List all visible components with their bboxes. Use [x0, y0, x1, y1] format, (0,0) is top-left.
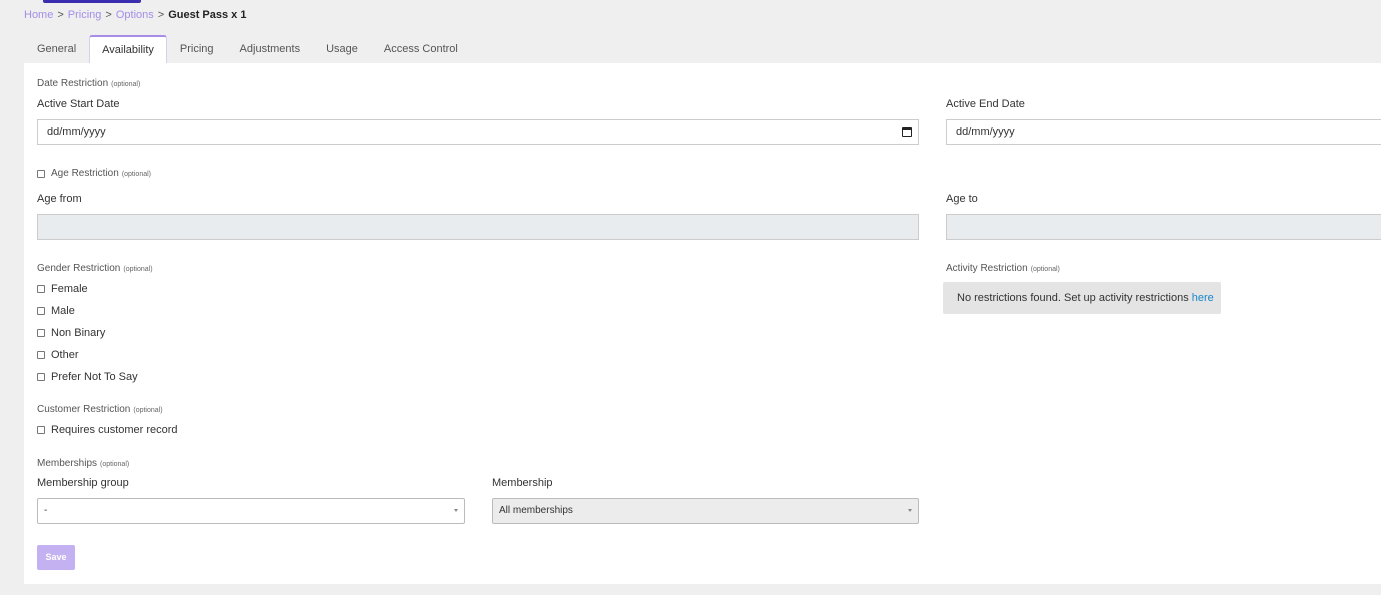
tab-pricing[interactable]: Pricing: [167, 35, 227, 63]
gender-restriction-label: Gender Restriction: [37, 263, 121, 274]
age-to-label: Age to: [946, 193, 978, 205]
membership-select[interactable]: All memberships: [492, 498, 919, 524]
optional-tag: (optional): [111, 81, 141, 88]
memberships-label: Memberships: [37, 458, 98, 469]
membership-label: Membership: [492, 477, 553, 489]
calendar-icon[interactable]: [902, 127, 912, 137]
breadcrumb-separator: >: [157, 9, 165, 21]
date-restriction-label: Date Restriction: [37, 78, 109, 89]
gender-option-female[interactable]: Female: [37, 283, 88, 295]
active-start-date-label: Active Start Date: [37, 98, 120, 110]
male-checkbox[interactable]: [37, 307, 45, 315]
requires-customer-record-label: Requires customer record: [51, 424, 178, 436]
chevron-down-icon: [454, 509, 458, 512]
activity-restriction-notice: No restrictions found. Set up activity r…: [943, 282, 1221, 314]
save-button[interactable]: Save: [37, 545, 75, 570]
age-restriction-checkbox[interactable]: [37, 169, 45, 178]
breadcrumb-home-link[interactable]: Home: [24, 9, 53, 21]
tab-access-control[interactable]: Access Control: [371, 35, 471, 63]
membership-group-select[interactable]: -: [37, 498, 465, 524]
breadcrumb-pricing-link[interactable]: Pricing: [68, 9, 102, 21]
membership-value: All memberships: [499, 505, 573, 516]
tab-bar: General Availability Pricing Adjustments…: [24, 35, 471, 63]
activity-restriction-heading: Activity Restriction (optional): [946, 263, 1060, 274]
requires-customer-record-option[interactable]: Requires customer record: [37, 424, 178, 436]
date-restriction-heading: Date Restriction (optional): [37, 78, 140, 89]
age-restriction-label: Age Restriction: [51, 168, 119, 179]
tab-availability[interactable]: Availability: [89, 35, 167, 63]
activity-restriction-label: Activity Restriction: [946, 263, 1028, 274]
breadcrumb: Home > Pricing > Options > Guest Pass x 1: [24, 9, 246, 21]
availability-panel: Date Restriction (optional) Active Start …: [24, 63, 1381, 584]
non-binary-checkbox[interactable]: [37, 329, 45, 337]
breadcrumb-options-link[interactable]: Options: [116, 9, 154, 21]
gender-option-prefer-not-to-say[interactable]: Prefer Not To Say: [37, 371, 138, 383]
customer-restriction-heading: Customer Restriction (optional): [37, 404, 163, 415]
active-end-date-input[interactable]: dd/mm/yyyy: [946, 119, 1381, 145]
optional-tag: (optional): [123, 266, 153, 273]
female-checkbox[interactable]: [37, 285, 45, 293]
breadcrumb-current: Guest Pass x 1: [168, 9, 247, 21]
customer-restriction-label: Customer Restriction: [37, 404, 131, 415]
membership-group-label: Membership group: [37, 477, 129, 489]
age-restriction-heading: Age Restriction (optional): [51, 168, 151, 179]
gender-option-other[interactable]: Other: [37, 349, 79, 361]
age-to-input[interactable]: [946, 214, 1381, 240]
header-button-edge[interactable]: [43, 0, 141, 3]
requires-customer-record-checkbox[interactable]: [37, 426, 45, 434]
optional-tag: (optional): [133, 407, 163, 414]
active-start-date-value: dd/mm/yyyy: [47, 126, 106, 138]
female-label: Female: [51, 283, 88, 295]
tab-usage[interactable]: Usage: [313, 35, 371, 63]
gender-option-non-binary[interactable]: Non Binary: [37, 327, 105, 339]
active-end-date-label: Active End Date: [946, 98, 1025, 110]
activity-restriction-setup-link[interactable]: here: [1192, 292, 1214, 304]
age-restriction-toggle[interactable]: Age Restriction (optional): [37, 168, 151, 179]
other-label: Other: [51, 349, 79, 361]
optional-tag: (optional): [1030, 266, 1060, 273]
tab-adjustments[interactable]: Adjustments: [227, 35, 314, 63]
active-end-date-value: dd/mm/yyyy: [956, 126, 1015, 138]
optional-tag: (optional): [121, 171, 151, 178]
non-binary-label: Non Binary: [51, 327, 106, 339]
breadcrumb-separator: >: [105, 9, 112, 21]
tab-general[interactable]: General: [24, 35, 89, 63]
breadcrumb-separator: >: [57, 9, 64, 21]
optional-tag: (optional): [100, 461, 130, 468]
prefer-not-to-say-checkbox[interactable]: [37, 373, 45, 381]
active-start-date-input[interactable]: dd/mm/yyyy: [37, 119, 919, 145]
memberships-heading: Memberships (optional): [37, 458, 129, 469]
gender-restriction-heading: Gender Restriction (optional): [37, 263, 153, 274]
age-from-label: Age from: [37, 193, 82, 205]
chevron-down-icon: [908, 509, 912, 512]
male-label: Male: [51, 305, 75, 317]
prefer-not-to-say-label: Prefer Not To Say: [51, 371, 138, 383]
gender-option-male[interactable]: Male: [37, 305, 75, 317]
activity-restriction-message: No restrictions found. Set up activity r…: [957, 292, 1189, 304]
other-checkbox[interactable]: [37, 351, 45, 359]
age-from-input[interactable]: [37, 214, 919, 240]
membership-group-value: -: [44, 505, 48, 516]
